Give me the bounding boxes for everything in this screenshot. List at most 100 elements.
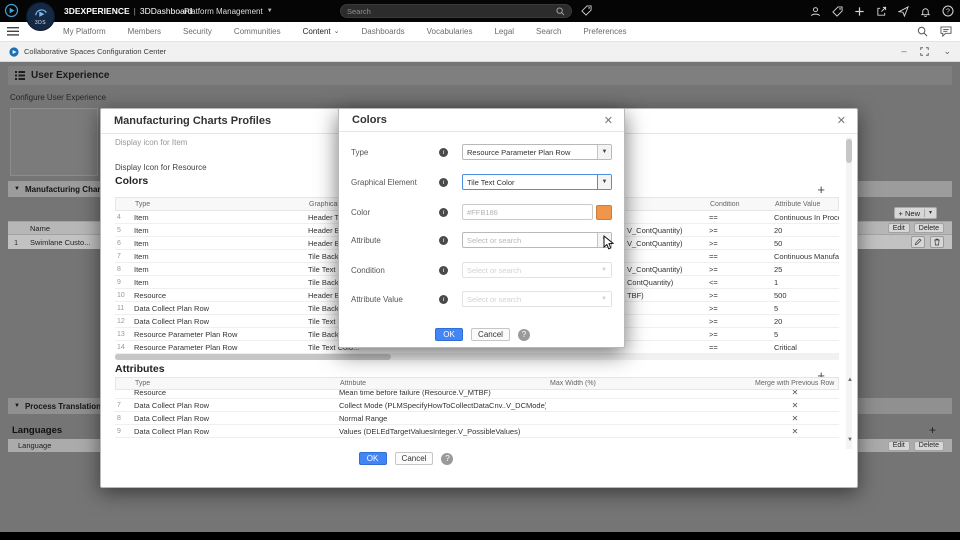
- tag-icon[interactable]: [832, 5, 843, 17]
- tab-content[interactable]: Content ⌄: [303, 27, 340, 36]
- type-select[interactable]: Resource Parameter Plan Row ▼: [462, 144, 612, 160]
- global-search[interactable]: [340, 4, 572, 18]
- vertical-scrollbar[interactable]: [846, 137, 852, 449]
- widget-header[interactable]: User Experience: [8, 66, 952, 85]
- context-menu[interactable]: Platform Management ▼: [184, 0, 273, 22]
- help-icon[interactable]: ?: [517, 328, 530, 341]
- column-header-max_width[interactable]: Max Width (%): [547, 380, 752, 387]
- menu-icon[interactable]: [7, 27, 19, 36]
- info-icon[interactable]: i: [439, 294, 448, 304]
- info-icon[interactable]: i: [439, 235, 448, 245]
- share-icon[interactable]: [876, 6, 887, 17]
- delete-button[interactable]: Delete: [913, 223, 944, 233]
- close-icon[interactable]: ✕: [837, 116, 846, 127]
- info-icon[interactable]: i: [439, 265, 448, 275]
- edit-icon[interactable]: [911, 236, 925, 248]
- topbar-actions: ?: [810, 0, 954, 22]
- field-condition: Condition i Select or search ▼: [351, 262, 612, 278]
- section-label: Manufacturing Chart: [24, 184, 104, 194]
- graphical-element-select[interactable]: Tile Text Color ▼: [462, 174, 612, 190]
- column-header-condition[interactable]: Condition: [707, 201, 765, 208]
- tab-communities[interactable]: Communities: [234, 27, 281, 36]
- window-controls: – ⌄: [901, 47, 951, 56]
- minimize-icon[interactable]: –: [901, 47, 906, 56]
- scroll-down-icon[interactable]: ▼: [847, 437, 853, 443]
- remove-merge-icon[interactable]: ✕: [751, 390, 839, 397]
- info-icon[interactable]: i: [439, 177, 448, 187]
- caret-down-icon[interactable]: ▼: [597, 145, 611, 159]
- tab-members[interactable]: Members: [128, 27, 161, 36]
- color-input[interactable]: #FFB186: [462, 204, 593, 220]
- search-icon[interactable]: [556, 6, 565, 16]
- scroll-up-icon[interactable]: ▲: [847, 377, 853, 383]
- caret-down-icon[interactable]: ▼: [597, 175, 611, 189]
- ok-button[interactable]: OK: [435, 328, 464, 341]
- column-header-merge[interactable]: Merge with Previous Row: [752, 380, 839, 387]
- chat-icon[interactable]: [940, 26, 952, 37]
- name-column-header[interactable]: Name: [30, 224, 50, 233]
- column-header-value[interactable]: Attribute Value: [765, 201, 839, 208]
- remove-merge-icon[interactable]: ✕: [751, 427, 839, 436]
- tab-security[interactable]: Security: [183, 27, 212, 36]
- caret-down-icon[interactable]: ▼: [597, 233, 611, 247]
- help-icon[interactable]: ?: [441, 452, 454, 465]
- column-header-attribute[interactable]: Attribute: [337, 380, 547, 387]
- language-column-header[interactable]: Language: [18, 441, 51, 450]
- add-language-icon[interactable]: +: [929, 424, 936, 436]
- horizontal-scrollbar[interactable]: [115, 354, 839, 360]
- chevron-down-icon[interactable]: ⌄: [943, 47, 951, 56]
- tags-icon[interactable]: [581, 5, 592, 16]
- send-icon[interactable]: [898, 5, 909, 17]
- chevron-down-icon[interactable]: ⌄: [334, 28, 340, 35]
- remove-merge-icon[interactable]: ✕: [751, 414, 839, 423]
- attributes-table-row[interactable]: 7 Data Collect Plan Row Collect Mode (PLMS…: [115, 399, 839, 412]
- user-icon[interactable]: [810, 6, 821, 17]
- ok-button[interactable]: OK: [358, 452, 387, 465]
- cancel-button[interactable]: Cancel: [471, 328, 510, 341]
- cell-attribute: Values (DELEdTargetValuesInteger.V_Possi…: [339, 426, 521, 436]
- tab-preferences[interactable]: Preferences: [583, 27, 626, 36]
- add-icon[interactable]: [854, 6, 865, 17]
- cell-type: Data Collect Plan Row: [134, 303, 210, 313]
- global-search-input[interactable]: [347, 6, 556, 16]
- caret-down-icon: ▼: [597, 292, 611, 306]
- close-icon[interactable]: ✕: [604, 116, 613, 127]
- cancel-button[interactable]: Cancel: [394, 452, 434, 465]
- cell-cond: >=: [709, 303, 718, 313]
- edit-button[interactable]: Edit: [887, 223, 910, 233]
- delete-button[interactable]: Delete: [913, 440, 944, 451]
- nav-tabs: My Platform Members Security Communities Con…: [63, 27, 627, 36]
- maximize-icon[interactable]: [920, 47, 930, 56]
- add-color-icon[interactable]: +: [817, 183, 825, 196]
- new-button[interactable]: + New ▾: [893, 207, 937, 219]
- info-icon[interactable]: i: [439, 207, 448, 217]
- field-label: Condition: [351, 265, 385, 275]
- attributes-table-row[interactable]: 9 Data Collect Plan Row Values (DELEdTarge…: [115, 425, 839, 438]
- 3ds-logo-badge[interactable]: 3DS: [26, 2, 55, 31]
- scrollbar-thumb[interactable]: [115, 354, 391, 360]
- tab-legal[interactable]: Legal: [494, 27, 514, 36]
- tab-vocabularies[interactable]: Vocabularies: [427, 27, 473, 36]
- scrollbar-thumb[interactable]: [846, 139, 852, 163]
- attribute-combobox[interactable]: Select or search ▼: [462, 232, 612, 248]
- cell-n: 13: [117, 330, 125, 338]
- column-header-type[interactable]: Type: [132, 380, 337, 387]
- info-icon[interactable]: i: [439, 147, 448, 157]
- tab-my-platform[interactable]: My Platform: [63, 27, 106, 36]
- cell-n: 9: [117, 427, 121, 435]
- edit-button[interactable]: Edit: [887, 440, 910, 451]
- color-swatch[interactable]: [596, 204, 612, 220]
- attributes-table-row[interactable]: 8 Data Collect Plan Row Normal Range ✕: [115, 412, 839, 425]
- cell-n: 5: [117, 226, 121, 234]
- trash-icon[interactable]: [930, 236, 944, 248]
- tab-search[interactable]: Search: [536, 27, 561, 36]
- cell-n: 12: [117, 317, 125, 325]
- remove-merge-icon[interactable]: ✕: [751, 401, 839, 410]
- column-header-type[interactable]: Type: [132, 201, 306, 208]
- help-icon[interactable]: ?: [942, 5, 954, 17]
- tab-dashboards[interactable]: Dashboards: [362, 27, 405, 36]
- search-icon[interactable]: [917, 26, 928, 37]
- 3ds-compass-icon[interactable]: [4, 3, 19, 18]
- bell-icon[interactable]: [920, 6, 931, 17]
- attributes-table-row[interactable]: Resource Mean time before failure (Resour…: [115, 390, 839, 399]
